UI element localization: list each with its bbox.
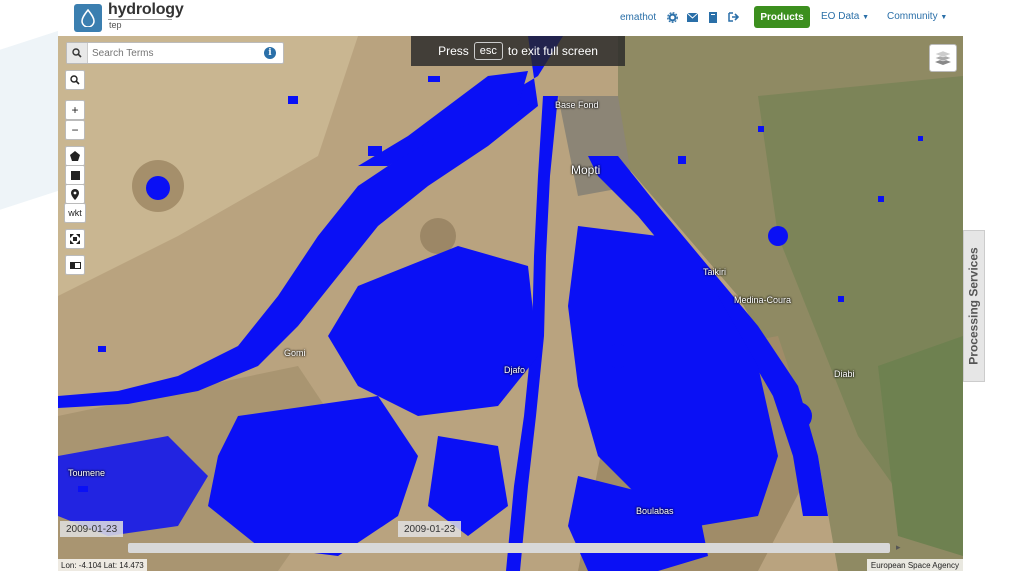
minus-icon: − [71, 123, 79, 137]
zoom-in-button[interactable]: + [65, 100, 85, 120]
search-box: i [66, 42, 284, 64]
banner-press-text: Press [438, 44, 469, 58]
place-label-gomi: Gomi [284, 348, 306, 358]
draw-box-button[interactable] [65, 165, 85, 185]
app-title: hydrology [108, 1, 184, 18]
processing-services-label: Processing Services [967, 247, 981, 365]
polygon-icon [70, 151, 80, 161]
book-icon[interactable] [706, 10, 720, 24]
eo-data-menu[interactable]: EO Data ▼ [821, 11, 869, 22]
layers-icon [934, 50, 952, 65]
expand-icon [70, 234, 80, 244]
timeline-current-date[interactable]: 2009-01-23 [398, 521, 462, 537]
fullscreen-banner: Press esc to exit full screen [411, 36, 625, 66]
community-menu[interactable]: Community ▼ [887, 11, 947, 22]
app-subtitle: tep [109, 20, 122, 30]
eo-data-label: EO Data [821, 11, 860, 22]
place-label-djafo: Djafo [504, 365, 526, 375]
processing-services-tab[interactable]: Processing Services [963, 230, 985, 382]
draw-polygon-button[interactable] [65, 146, 85, 166]
esc-key: esc [473, 42, 503, 60]
top-navbar: hydrology tep emathot Products EO Data ▼… [58, 0, 963, 36]
map-attribution: European Space Agency [866, 559, 963, 571]
map-viewport[interactable]: Base Fond Mopti Taikiri Medina-Coura Dia… [58, 36, 963, 571]
products-button[interactable]: Products [754, 6, 810, 28]
chevron-down-icon: ▼ [862, 14, 870, 21]
square-icon [70, 170, 80, 180]
zoom-search-button[interactable] [65, 70, 85, 90]
place-label-diabi: Diabi [834, 369, 855, 379]
layers-button[interactable] [929, 44, 957, 72]
plus-icon: + [71, 103, 79, 117]
search-input[interactable] [88, 46, 264, 60]
map-marker-icon [71, 188, 79, 200]
zoom-out-button[interactable]: − [65, 120, 85, 140]
community-label: Community [887, 11, 938, 22]
place-label-boulabas: Boulabas [636, 506, 674, 516]
draw-point-button[interactable] [65, 184, 85, 204]
eraser-button[interactable] [65, 255, 85, 275]
place-label-taikiri: Taikiri [703, 267, 727, 277]
fullscreen-button[interactable] [65, 229, 85, 249]
place-label-base-fond: Base Fond [555, 100, 599, 110]
username-link[interactable]: emathot [620, 12, 656, 23]
hydrology-logo-icon[interactable] [74, 4, 102, 32]
timeline-start-date: 2009-01-23 [60, 521, 124, 537]
chevron-down-icon: ▼ [940, 14, 948, 21]
info-icon[interactable]: i [264, 47, 276, 59]
magnifier-icon [70, 75, 80, 85]
wkt-button[interactable]: wkt [64, 203, 86, 223]
cursor-coordinates: Lon: -4.104 Lat: 14.473 [58, 559, 147, 571]
mail-icon[interactable] [685, 10, 699, 24]
satellite-imagery [58, 36, 963, 571]
eraser-icon [69, 261, 81, 269]
timeline-next-icon[interactable]: ▸ [896, 542, 901, 553]
banner-exit-text: to exit full screen [507, 44, 598, 58]
place-label-toumene: Toumene [68, 468, 106, 478]
place-label-mopti: Mopti [571, 163, 601, 177]
search-icon[interactable] [67, 43, 88, 63]
logout-icon[interactable] [726, 10, 740, 24]
timeline-slider[interactable] [128, 543, 890, 553]
settings-icon[interactable] [665, 10, 679, 24]
place-label-medina-coura: Medina-Coura [734, 295, 792, 305]
